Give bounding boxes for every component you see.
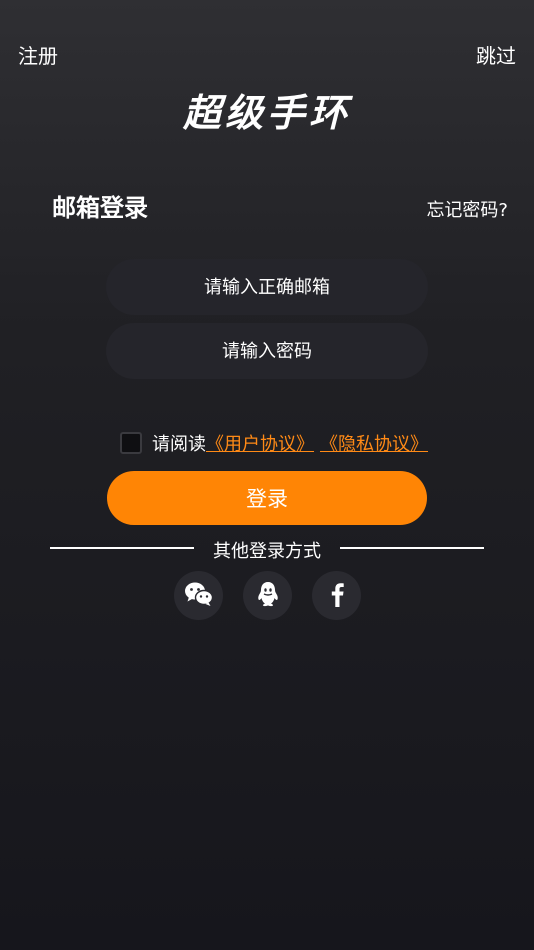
wechat-login-button[interactable]	[174, 571, 223, 620]
register-link[interactable]: 注册	[18, 40, 58, 69]
qq-login-button[interactable]	[243, 571, 292, 620]
skip-link[interactable]: 跳过	[476, 40, 516, 69]
password-field[interactable]	[106, 323, 428, 379]
privacy-agreement-link[interactable]: 《隐私协议》	[320, 430, 428, 456]
wechat-icon	[184, 581, 214, 611]
agreement-checkbox[interactable]	[120, 432, 142, 454]
forgot-password-link[interactable]: 忘记密码?	[426, 196, 508, 222]
facebook-icon	[329, 581, 345, 611]
divider-right	[340, 547, 484, 549]
other-login-label: 其他登录方式	[213, 541, 321, 562]
login-button[interactable]: 登录	[107, 471, 427, 525]
qq-icon	[256, 580, 280, 612]
agreement-row: 请阅读 《用户协议》 《隐私协议》	[120, 430, 428, 456]
page-title: 邮箱登录	[52, 194, 148, 222]
user-agreement-link[interactable]: 《用户协议》	[206, 430, 314, 456]
email-field[interactable]	[106, 259, 428, 315]
facebook-login-button[interactable]	[312, 571, 361, 620]
app-logo: 超级手环	[182, 91, 351, 135]
agreement-prefix: 请阅读	[152, 434, 206, 455]
